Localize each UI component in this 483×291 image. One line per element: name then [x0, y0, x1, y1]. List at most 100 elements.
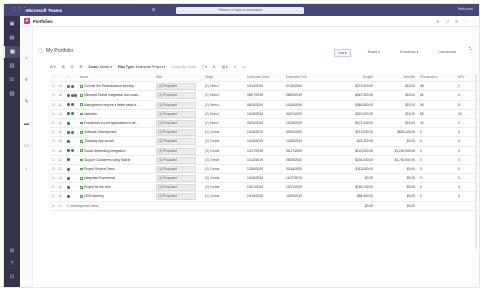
tab-roadmap[interactable]: Roadmap ▾ [397, 49, 421, 57]
project-name[interactable]: Project Service Demo [80, 165, 144, 174]
row-checkbox[interactable]: ☐ [52, 101, 57, 110]
row-menu-icon[interactable]: ☑ [59, 147, 65, 156]
table-row[interactable]: ☐ ☑ Thursday App launch (1) Proposed (3) Cre… [50, 137, 479, 147]
tab-board[interactable]: Board ▾ [365, 49, 383, 57]
row-menu-icon[interactable]: ☑ [59, 119, 65, 128]
table-row[interactable]: ☐ ☑ Counter the Rewholdstone security... (1… [50, 82, 479, 92]
ungrouped-row[interactable]: ☐ ☐ ▾ Uncategorized Items $0.00 $0.00 [50, 202, 479, 211]
column-stage[interactable]: Stage [205, 73, 241, 82]
table-row[interactable]: ☐ ☑ Social Networking Integration (1) Propo… [50, 147, 479, 156]
status-cell[interactable]: (1) Proposed [156, 174, 200, 183]
tab-list[interactable]: List ▾ [334, 49, 351, 57]
columns-icon[interactable]: ▥ ▾ [222, 65, 228, 69]
help-icon[interactable]: ? [4, 261, 20, 267]
row-checkbox[interactable]: ☐ [52, 119, 57, 128]
account-menu[interactable]: Hello user [458, 7, 473, 11]
calendar-icon[interactable]: ▥ [4, 60, 20, 72]
table-row[interactable]: ☐ ☑ Project for the web (1) Proposed (3) Cre… [50, 183, 479, 193]
row-checkbox[interactable]: ☐ [52, 174, 57, 183]
table-row[interactable]: ☐ ☑ Datarium (1) Proposed (2) Select 10/15/20… [50, 110, 479, 119]
status-cell[interactable]: (1) Proposed [156, 165, 200, 174]
zoom-dropdown[interactable]: Zoom: Month ▾ [88, 65, 111, 69]
collapse-icon[interactable]: ⤡ [469, 46, 472, 51]
row-menu-icon[interactable]: ☑ [59, 101, 65, 110]
row-menu-icon[interactable]: ☑ [59, 174, 65, 183]
column-benefits[interactable]: Benefits [373, 73, 415, 82]
row-menu-icon[interactable]: ☑ [59, 183, 65, 192]
row-checkbox[interactable]: ☐ [52, 91, 57, 100]
table-row[interactable]: ☐ ☑ Management require a better sales a...… [50, 101, 479, 110]
row-checkbox[interactable]: ☐ [52, 137, 57, 146]
table-row[interactable]: ☐ ☑ Microsoft Teams Integration and mass..… [50, 91, 479, 101]
app-launcher-icon[interactable]: ⋮⋮⋮ [12, 7, 27, 13]
select-all-checkbox[interactable]: ☐ [52, 73, 57, 82]
row-checkbox[interactable]: ☐ [52, 128, 57, 137]
project-name[interactable]: Software Development [80, 128, 144, 137]
status-cell[interactable]: (1) Proposed [156, 183, 200, 192]
table-row[interactable]: ☐ ☑ Project Service Demo (1) Proposed (3) Cr… [50, 165, 479, 175]
row-menu-icon[interactable]: ☑ [59, 165, 65, 174]
project-name[interactable]: Framework to port applications to all ..… [80, 119, 144, 128]
status-cell[interactable]: (1) Proposed [156, 147, 200, 156]
row-menu-icon[interactable]: ☑ [59, 82, 65, 91]
project-name[interactable]: CRM Meeting [80, 192, 144, 201]
row-menu-icon[interactable]: ☑ [59, 128, 65, 137]
project-name[interactable]: Management require a better sales a... [80, 101, 144, 110]
tab-dashboard[interactable]: Dashboard [435, 49, 459, 57]
expand-icon[interactable]: ⊞ [152, 7, 155, 12]
group-by-dropdown[interactable]: Group By: Done [171, 65, 195, 69]
people-icon[interactable]: ♀ [22, 167, 31, 174]
filter-icon[interactable]: ☰ [79, 65, 82, 69]
new-row-icon[interactable]: ⊞ [62, 65, 65, 69]
row-checkbox[interactable]: ☐ [52, 147, 57, 156]
row-menu-icon[interactable]: ☑ [59, 91, 65, 100]
column-estimated-end[interactable]: Estimated End [286, 73, 324, 82]
table-row[interactable]: ☐ ☑ Framework to port applications to all … [50, 119, 479, 129]
column-estimated-start[interactable]: Estimated Start [247, 73, 283, 82]
column-status[interactable]: Stat [156, 73, 200, 82]
project-name[interactable]: Integrated Experience [80, 174, 144, 183]
activity-icon[interactable]: ▣ [4, 18, 20, 30]
row-menu-icon[interactable]: ☐ [59, 202, 65, 211]
settings-icon[interactable]: ⚙ ▾ [50, 65, 56, 69]
folder-icon[interactable]: ▬ [22, 121, 31, 128]
table-row[interactable]: ☐ ☑ CRM Meeting (1) Proposed (3) Create 10/16… [50, 192, 479, 202]
project-name[interactable]: Counter the Rewholdstone security... [80, 82, 144, 91]
project-name[interactable]: Datarium [80, 110, 144, 119]
status-cell[interactable]: (1) Proposed [156, 91, 200, 100]
status-cell[interactable]: (1) Proposed [156, 192, 200, 201]
table-row[interactable]: ☐ ☑ Integrated Experience (1) Proposed (3) C… [50, 174, 479, 184]
status-cell[interactable]: (1) Proposed [156, 110, 200, 119]
funnel-icon[interactable]: ▽ ▾ [202, 65, 207, 69]
column-budget[interactable]: Budget [329, 73, 373, 82]
edit-icon[interactable]: ✎ [22, 99, 31, 106]
row-checkbox[interactable]: ☐ [52, 82, 57, 91]
search-input[interactable]: Search or type a command [176, 6, 304, 14]
feedback-icon[interactable]: ⊡ [4, 274, 20, 280]
status-cell[interactable]: (1) Proposed [156, 82, 200, 91]
status-cell[interactable]: (1) Proposed [156, 137, 200, 146]
row-menu-icon[interactable]: ☑ [59, 156, 65, 165]
column-prioritization-score[interactable]: Prioritization Score [420, 73, 438, 82]
row-menu-icon[interactable]: ☑ [59, 110, 65, 119]
project-name[interactable]: Social Networking Integration [80, 147, 144, 156]
vertical-scrollbar[interactable] [475, 74, 477, 249]
status-cell[interactable]: (1) Proposed [156, 128, 200, 137]
app-header-tools[interactable]: ↻ ⤢ ⊙ ⋯ [436, 19, 471, 24]
row-checkbox[interactable]: ☐ [52, 165, 57, 174]
project-name[interactable]: Project for the web [80, 183, 144, 192]
apps-icon[interactable]: ⊞ [4, 248, 20, 254]
row-checkbox[interactable]: ☐ [52, 156, 57, 165]
files-icon[interactable]: ▧ [4, 88, 20, 100]
report-icon[interactable]: ▭ [22, 143, 31, 150]
export-icon[interactable]: ⇪ [234, 65, 237, 69]
table-row[interactable]: ☐ ☑ Software Development (1) Proposed (3) Cr… [50, 128, 479, 138]
project-name[interactable]: Microsoft Teams Integration and mass... [80, 91, 144, 100]
chat-icon[interactable]: ▤ [4, 32, 20, 44]
status-cell[interactable]: (1) Proposed [156, 101, 200, 110]
status-cell[interactable]: (1) Proposed [156, 156, 200, 165]
status-cell[interactable]: (1) Proposed [156, 119, 200, 128]
table-row[interactable]: ☐ ☑ Support Customers using Mobile (1) Prop… [50, 156, 479, 165]
calls-icon[interactable]: ☏ [4, 74, 20, 86]
row-checkbox[interactable]: ☐ [52, 183, 57, 192]
